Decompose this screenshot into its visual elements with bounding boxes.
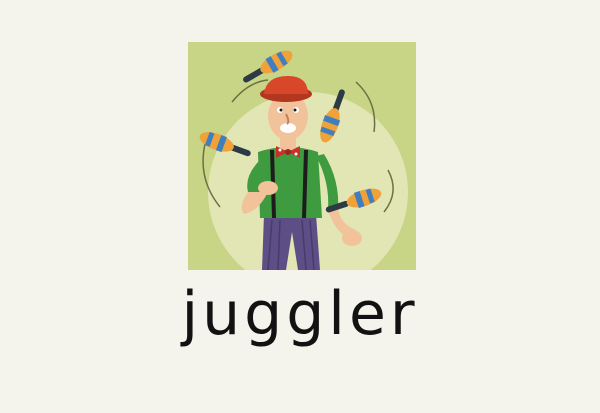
hat [264,76,308,94]
bowtie-knot [285,149,291,155]
right-hand [342,230,362,246]
flashcard-image [188,42,416,270]
bowtie-dot [278,148,282,152]
bowtie-dot [294,152,298,156]
pupil [293,108,297,112]
juggler-illustration [199,50,408,270]
smile [280,123,296,133]
left-hand [258,181,278,195]
pupil [279,108,283,112]
vocabulary-word: juggler [181,279,419,349]
